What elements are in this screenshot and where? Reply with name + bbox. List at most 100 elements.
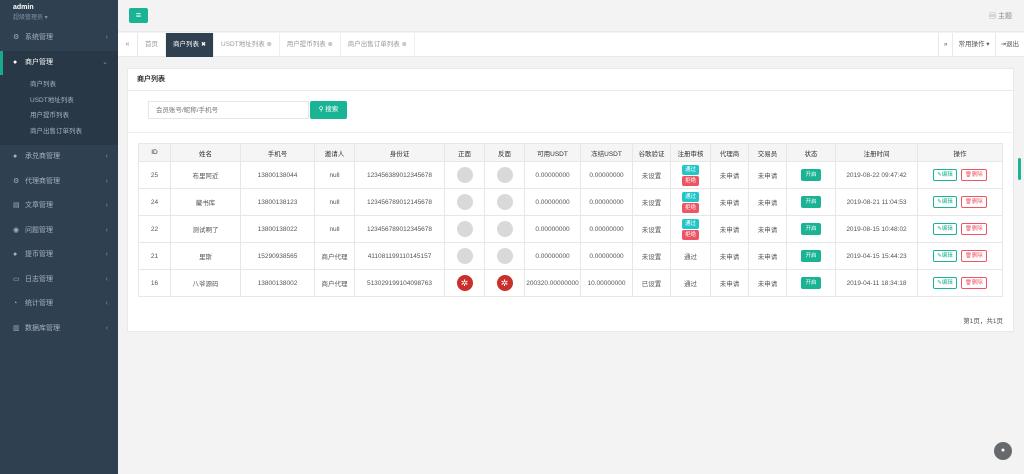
logout-button[interactable]: ⇥退出 [994,33,1024,57]
status-toggle-button[interactable]: 开启 [801,223,821,235]
search-button[interactable]: ⚲ 搜索 [310,101,347,119]
status-toggle-button[interactable]: 开启 [801,196,821,208]
table-cell: 123456789012145678 [354,188,445,216]
user-role-dropdown[interactable]: 超级管理员 ▾ [13,12,118,21]
id-photo-thumbnail[interactable] [496,194,513,210]
column-header[interactable]: 邀请人 [314,143,355,162]
menu-toggle-button[interactable]: ≡ [129,8,148,23]
column-header[interactable]: 可用USDT [524,143,581,162]
column-header[interactable]: 正面 [444,143,485,162]
edit-button[interactable]: ✎编辑 [933,169,957,181]
table-cell [484,161,525,189]
tab-sell-order-list[interactable]: 商户出售订单列表 ⊗ [341,33,415,57]
reject-button[interactable]: 拒绝 [681,229,699,240]
column-header[interactable]: 注册审核 [670,143,711,162]
table-cell: 0.00000000 [580,242,633,270]
approve-button[interactable]: 通过 [681,191,699,202]
sidebar-item-stats[interactable]: ◔ 统计管理 ‹ [0,292,118,317]
status-toggle-button[interactable]: 开启 [801,250,821,262]
column-header[interactable]: 手机号 [240,143,315,162]
table-cell: 通过 拒绝 [670,215,711,243]
id-photo-thumbnail[interactable]: ✲ [456,275,473,291]
delete-button[interactable]: 🗑删除 [960,223,987,235]
tab-withdraw-list[interactable]: 用户提币列表 ⊗ [280,33,341,57]
edit-button[interactable]: ✎编辑 [933,250,957,262]
id-photo-thumbnail[interactable] [496,167,513,183]
search-input[interactable] [148,101,309,119]
edit-button[interactable]: ✎编辑 [933,277,957,289]
table-cell: 开启 [786,269,836,297]
delete-button[interactable]: 🗑删除 [960,277,987,289]
edit-button[interactable]: ✎编辑 [933,196,957,208]
delete-button[interactable]: 🗑删除 [960,196,987,208]
status-toggle-button[interactable]: 开启 [801,277,821,289]
cell-available-usdt: 200320.00000000 [526,279,579,287]
approve-button[interactable]: 通过 [681,164,699,175]
column-header[interactable]: 交易员 [748,143,787,162]
column-header[interactable]: ID [138,143,171,162]
table-cell: 未申请 [748,188,787,216]
close-icon[interactable]: ⊗ [402,42,407,48]
table-cell: 123456789012345678 [354,215,445,243]
close-icon[interactable]: ⊗ [328,42,333,48]
cell-idcard: 123456389012345678 [366,171,433,179]
approve-button[interactable]: 通过 [681,218,699,229]
sidebar-item-merchant[interactable]: ● 商户管理 ⌄ [0,50,118,75]
id-photo-thumbnail[interactable] [456,248,473,264]
table-cell [484,188,525,216]
status-toggle-button[interactable]: 开启 [801,169,821,181]
user-profile[interactable]: admin 超级管理员 ▾ [0,0,118,26]
table-cell: 商户代理 [314,242,355,270]
close-icon[interactable]: ✖ [201,42,206,48]
reject-button[interactable]: 拒绝 [681,175,699,186]
sidebar-item-database[interactable]: ▥ 数据库管理 ‹ [0,317,118,342]
column-header[interactable]: 冻结USDT [580,143,633,162]
delete-button[interactable]: 🗑删除 [960,250,987,262]
submenu-sell-order-list[interactable]: 商户出售订单列表 [0,124,118,140]
id-photo-thumbnail[interactable] [496,248,513,264]
sidebar-item-withdraw[interactable]: ● 提币管理 ‹ [0,243,118,268]
table-cell: 未申请 [710,215,749,243]
id-photo-thumbnail[interactable] [456,194,473,210]
edit-label: 编辑 [941,199,953,205]
delete-button[interactable]: 🗑删除 [960,169,987,181]
column-header[interactable]: 注册时间 [835,143,918,162]
sidebar-item-log[interactable]: ▭ 日志管理 ‹ [0,268,118,293]
table-cell: 未申请 [748,269,787,297]
cell-name: 八爷源码 [192,281,219,288]
column-header[interactable]: 操作 [917,143,1003,162]
close-icon[interactable]: ⊗ [267,42,272,48]
column-header[interactable]: 谷歌验证 [632,143,671,162]
tab-merchant-list[interactable]: 商户列表 ✖ [166,33,215,57]
tab-home[interactable]: 首页 [138,33,166,57]
common-ops-dropdown[interactable]: 常用操作 ▾ [952,33,994,57]
tab-scroll-right-button[interactable]: » [937,33,953,57]
column-header[interactable]: 身份证 [354,143,445,162]
sidebar-item-agent[interactable]: ⚙ 代理商管理 ‹ [0,170,118,195]
scroll-indicator[interactable] [1018,158,1021,180]
edit-button[interactable]: ✎编辑 [933,223,957,235]
tab-scroll-left-button[interactable]: « [118,33,138,57]
column-header[interactable]: 姓名 [170,143,241,162]
chat-bubble-button[interactable]: ● [994,442,1012,460]
column-header[interactable]: 状态 [786,143,836,162]
sidebar-item-acceptor[interactable]: ● 承兑商管理 ‹ [0,145,118,170]
reject-button[interactable]: 拒绝 [681,202,699,213]
sidebar-item-system[interactable]: ⚙ 系统管理 ‹ [0,26,118,51]
id-photo-thumbnail[interactable] [456,221,473,237]
id-photo-thumbnail[interactable]: ✲ [496,275,513,291]
submenu-usdt-address-list[interactable]: USDT地址列表 [0,93,118,109]
table-cell: 八爷源码 [170,269,241,297]
sidebar-item-article[interactable]: ▤ 文章管理 ‹ [0,194,118,219]
id-photo-thumbnail[interactable] [496,221,513,237]
logout-label: 退出 [1006,41,1019,48]
column-header[interactable]: 代理商 [710,143,749,162]
table-cell: ✎编辑 🗑删除 [917,161,1003,189]
theme-button[interactable]: ▤ 主题 [989,11,1012,21]
submenu-withdraw-list[interactable]: 用户提币列表 [0,108,118,124]
column-header[interactable]: 反面 [484,143,525,162]
id-photo-thumbnail[interactable] [456,167,473,183]
tab-usdt-address-list[interactable]: USDT地址列表 ⊗ [214,33,280,57]
submenu-merchant-list[interactable]: 商户列表 [0,77,118,93]
sidebar-item-question[interactable]: ◉ 问题管理 ‹ [0,219,118,244]
